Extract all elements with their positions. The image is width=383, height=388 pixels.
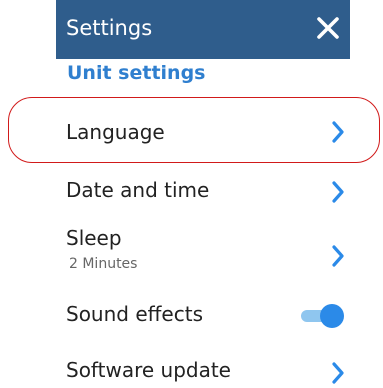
settings-item-sleep[interactable]: Sleep 2 Minutes — [56, 226, 350, 276]
settings-item-software-update[interactable]: Software update — [56, 354, 350, 388]
settings-item-label: Language — [66, 120, 165, 144]
toggle-knob — [320, 304, 344, 328]
chevron-right-icon — [332, 121, 344, 143]
sound-effects-toggle[interactable] — [298, 304, 346, 328]
settings-item-date-and-time[interactable]: Date and time — [56, 174, 350, 214]
chevron-right-icon — [332, 181, 344, 203]
close-icon — [317, 17, 339, 39]
settings-item-sound-effects: Sound effects — [56, 298, 350, 334]
settings-item-sublabel: 2 Minutes — [69, 256, 138, 272]
settings-item-label: Sound effects — [66, 302, 203, 326]
close-button[interactable] — [310, 10, 346, 46]
page-title: Settings — [66, 16, 153, 40]
settings-item-language[interactable]: Language — [56, 112, 350, 152]
section-title: Unit settings — [67, 62, 206, 84]
settings-item-label: Sleep — [66, 226, 122, 250]
header-bar: Settings — [56, 0, 350, 59]
chevron-right-icon — [332, 245, 344, 267]
settings-item-label: Software update — [66, 358, 231, 382]
settings-item-label: Date and time — [66, 178, 210, 202]
chevron-right-icon — [332, 362, 344, 384]
settings-screen: Settings Unit settings Language Date and… — [56, 0, 350, 388]
